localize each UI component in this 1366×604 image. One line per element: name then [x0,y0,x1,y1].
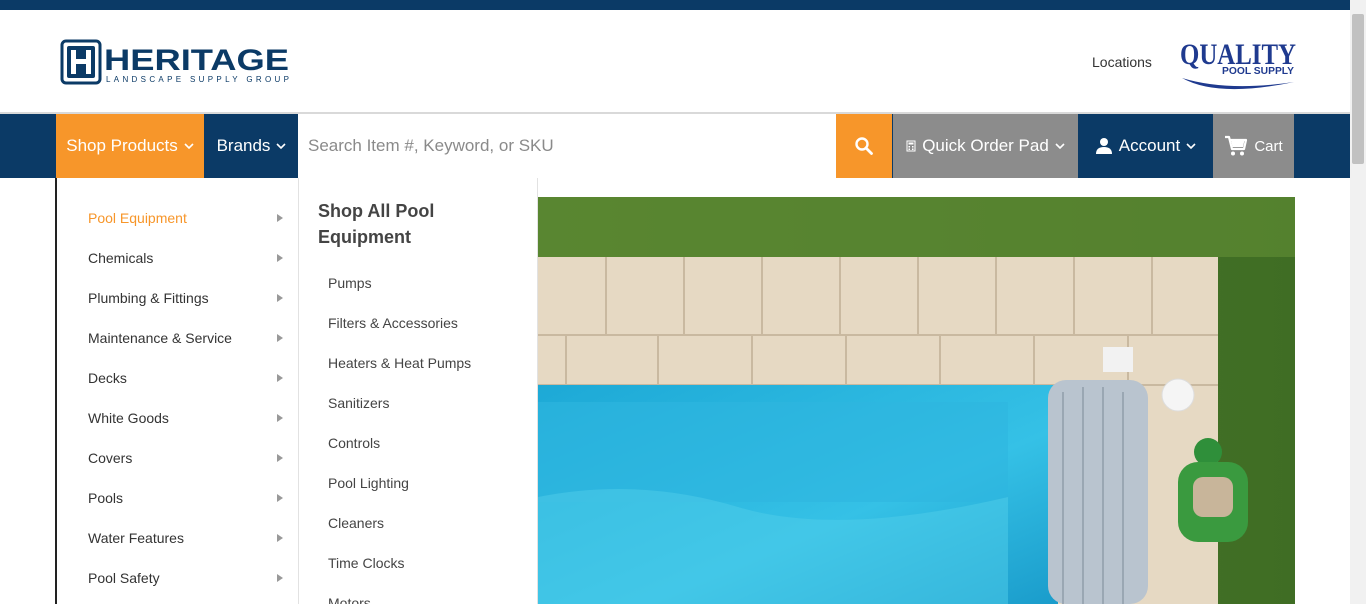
category-label: Pools [88,490,124,506]
category-label: White Goods [88,410,169,426]
chevron-down-icon [276,143,287,150]
caret-right-icon [277,374,283,382]
heritage-logo[interactable]: HERITAGE LANDSCAPE SUPPLY GROUP [60,39,292,87]
scrollbar-thumb[interactable] [1352,14,1364,164]
category-item-decks[interactable]: Decks [88,358,283,398]
caret-right-icon [277,214,283,222]
brands-label: Brands [216,136,271,155]
category-item-chemicals[interactable]: Chemicals [88,238,283,278]
category-item-covers[interactable]: Covers [88,438,283,478]
search-input[interactable] [298,114,836,178]
category-item-white-goods[interactable]: White Goods [88,398,283,438]
caret-right-icon [277,294,283,302]
category-item-pools[interactable]: Pools [88,478,283,518]
site-header: HERITAGE LANDSCAPE SUPPLY GROUP Location… [0,10,1350,112]
caret-right-icon [277,494,283,502]
caret-right-icon [277,414,283,422]
subcategory-item-heaters[interactable]: Heaters & Heat Pumps [328,355,471,371]
quality-pool-supply-logo[interactable]: QUALITY POOL SUPPLY [1178,32,1298,98]
hero-pool-image [538,197,1295,604]
category-label: Water Features [88,530,184,546]
caret-right-icon [277,534,283,542]
account-label: Account [1118,136,1181,155]
search-button[interactable] [836,114,892,178]
category-label: Pool Safety [88,570,160,586]
caret-right-icon [277,454,283,462]
category-label: Decks [88,370,127,386]
locations-link[interactable]: Locations [1092,54,1152,70]
caret-right-icon [277,574,283,582]
category-label: Covers [88,450,133,466]
subcategory-item-motors[interactable]: Motors [328,595,371,604]
shop-products-label: Shop Products [66,136,178,155]
shop-all-pool-equipment-link[interactable]: Shop All Pool Equipment [318,198,518,250]
category-label: Plumbing & Fittings [88,290,209,306]
category-item-pool-safety[interactable]: Pool Safety [88,558,283,598]
subcategory-item-sanitizers[interactable]: Sanitizers [328,395,389,411]
category-menu: Pool Equipment Chemicals Plumbing & Fitt… [55,178,299,604]
subcategory-item-cleaners[interactable]: Cleaners [328,515,384,531]
category-item-pool-equipment[interactable]: Pool Equipment [88,198,283,238]
cart-label: Cart [1254,137,1283,155]
category-label: Chemicals [88,250,154,266]
quick-order-pad-button[interactable]: Quick Order Pad [893,114,1078,178]
chevron-down-icon [1055,143,1065,150]
chevron-down-icon [1186,143,1196,150]
user-icon [1095,138,1112,154]
caret-right-icon [277,254,283,262]
category-item-maintenance-service[interactable]: Maintenance & Service [88,318,283,358]
calculator-icon [906,140,916,152]
subcategory-item-filters[interactable]: Filters & Accessories [328,315,458,331]
category-item-plumbing-fittings[interactable]: Plumbing & Fittings [88,278,283,318]
main-navigation: Shop Products Brands Quick Order Pad Acc… [0,112,1350,178]
quick-order-pad-label: Quick Order Pad [922,136,1049,155]
category-item-water-features[interactable]: Water Features [88,518,283,558]
shop-products-button[interactable]: Shop Products [56,114,204,178]
brands-button[interactable]: Brands [205,114,298,178]
top-accent-bar [0,0,1350,10]
svg-text:HERITAGE: HERITAGE [104,44,289,77]
cart-button[interactable]: Cart [1213,114,1294,178]
subcategory-item-pool-lighting[interactable]: Pool Lighting [328,475,409,491]
svg-text:POOL SUPPLY: POOL SUPPLY [1222,66,1294,77]
account-button[interactable]: Account [1079,114,1212,178]
caret-right-icon [277,334,283,342]
category-label: Maintenance & Service [88,330,232,346]
cart-icon [1225,135,1248,156]
subcategory-menu: Shop All Pool Equipment Pumps Filters & … [299,178,538,604]
subcategory-item-time-clocks[interactable]: Time Clocks [328,555,405,571]
search-icon [855,137,873,155]
subcategory-item-pumps[interactable]: Pumps [328,275,372,291]
subcategory-item-controls[interactable]: Controls [328,435,380,451]
category-label: Pool Equipment [88,210,187,226]
chevron-down-icon [184,143,194,150]
